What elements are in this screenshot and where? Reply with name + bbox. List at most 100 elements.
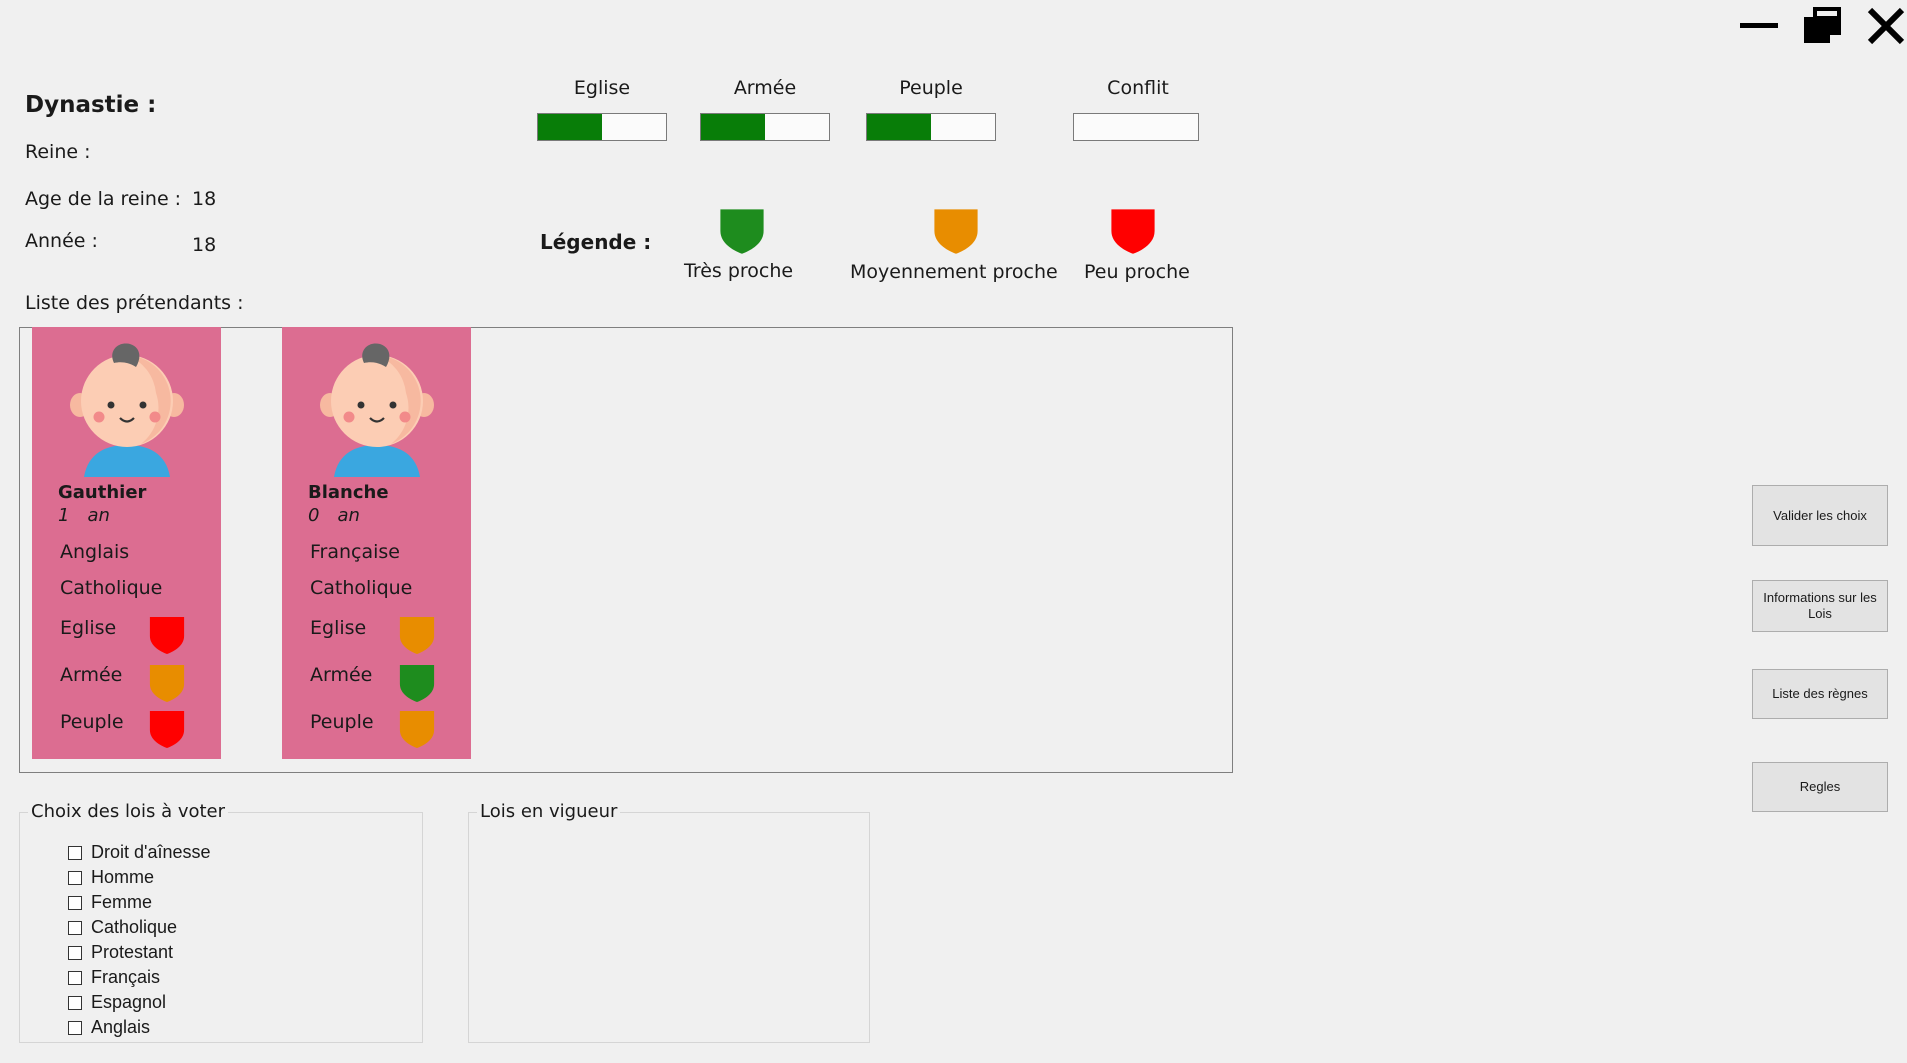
age-label: Age de la reine : [25, 188, 182, 210]
validate-choices-button[interactable]: Valider les choix [1752, 485, 1888, 546]
law-checkbox-femme[interactable]: Femme [68, 892, 152, 913]
pretender-name: Gauthier [58, 482, 147, 503]
shield-icon [720, 209, 764, 254]
close-icon [1867, 7, 1905, 45]
age-unit: an [87, 505, 110, 526]
legend-label-peu-proche: Peu proche [1084, 261, 1190, 283]
legend-shield-0 [720, 209, 764, 254]
affinity-label-eglise: Eglise [310, 617, 367, 639]
gauge-conflit [1073, 113, 1199, 141]
gauge-fill [701, 114, 765, 140]
restore-button[interactable] [1801, 4, 1845, 48]
law-label: Français [91, 967, 161, 987]
affinity-shield [399, 710, 435, 748]
gauge-peuple [866, 113, 996, 141]
law-checkbox-homme[interactable]: Homme [68, 867, 154, 888]
shield-icon [399, 616, 435, 654]
checkbox[interactable] [68, 945, 82, 960]
affinity-label-armee: Armée [310, 664, 373, 686]
shield-icon [149, 664, 185, 702]
shield-icon [1111, 209, 1155, 254]
law-label: Protestant [91, 942, 174, 962]
gauge-label-conflit: Conflit [1107, 77, 1169, 99]
baby-avatar-icon [320, 343, 434, 477]
law-label: Femme [91, 892, 153, 912]
pretender-name: Blanche [308, 482, 389, 503]
laws-to-vote-title: Choix des lois à voter [28, 801, 229, 822]
pretender-card-gauthier[interactable]: Gauthier 1 an Anglais Catholique Eglise A… [32, 327, 221, 759]
gauge-fill [538, 114, 602, 140]
dynastie-label: Dynastie : [25, 92, 157, 118]
law-label: Droit d'aînesse [91, 842, 211, 862]
checkbox[interactable] [68, 970, 82, 985]
shield-icon [399, 710, 435, 748]
law-checkbox-espagnol[interactable]: Espagnol [68, 992, 166, 1013]
legend-label-moyennement-proche: Moyennement proche [850, 261, 1058, 283]
checkbox[interactable] [68, 870, 82, 885]
annee-value: 18 [192, 234, 217, 256]
shield-icon [149, 710, 185, 748]
gauge-armee [700, 113, 830, 141]
close-button[interactable] [1864, 4, 1907, 48]
law-checkbox-catholique[interactable]: Catholique [68, 917, 177, 938]
checkbox[interactable] [68, 845, 82, 860]
legend-shield-1 [934, 209, 978, 254]
affinity-label-armee: Armée [60, 664, 123, 686]
law-label: Homme [91, 867, 155, 887]
reigns-list-button[interactable]: Liste des règnes [1752, 669, 1888, 719]
affinity-label-eglise: Eglise [60, 617, 117, 639]
checkbox[interactable] [68, 920, 82, 935]
reine-label: Reine : [25, 141, 91, 163]
laws-in-force-group: Lois en vigueur [468, 801, 870, 1043]
law-checkbox-protestant[interactable]: Protestant [68, 942, 173, 963]
pretendants-label: Liste des prétendants : [25, 292, 244, 314]
law-checkbox-droit-ainesse[interactable]: Droit d'aînesse [68, 842, 211, 863]
gauge-fill [867, 114, 931, 140]
affinity-label-peuple: Peuple [310, 711, 374, 733]
shield-icon [149, 616, 185, 654]
affinity-shield [149, 710, 185, 748]
pretender-card-blanche[interactable]: Blanche 0 an Française Catholique Eglise … [282, 327, 471, 759]
rules-button[interactable]: Regles [1752, 762, 1888, 812]
laws-to-vote-group: Choix des lois à voter Droit d'aînesse H… [19, 801, 423, 1043]
shield-icon [399, 664, 435, 702]
law-checkbox-anglais[interactable]: Anglais [68, 1017, 150, 1038]
pretender-age: 0 an [308, 505, 360, 526]
affinity-shield [149, 664, 185, 702]
age-unit: an [337, 505, 360, 526]
legend-label-tres-proche: Très proche [684, 260, 794, 282]
law-label: Catholique [91, 917, 178, 937]
pretender-nationality: Anglais [60, 541, 130, 563]
checkbox[interactable] [68, 995, 82, 1010]
pretender-age: 1 an [58, 505, 110, 526]
gauge-label-eglise: Eglise [573, 77, 631, 99]
laws-info-button[interactable]: Informations sur les Lois [1752, 580, 1888, 632]
age-number: 1 [58, 505, 70, 526]
law-label: Espagnol [91, 992, 167, 1012]
affinity-label-peuple: Peuple [60, 711, 124, 733]
shield-icon [934, 209, 978, 254]
age-value: 18 [192, 188, 217, 210]
affinity-shield [399, 616, 435, 654]
affinity-shield [399, 664, 435, 702]
checkbox[interactable] [68, 1020, 82, 1035]
pretender-religion: Catholique [60, 577, 163, 599]
laws-in-force-title: Lois en vigueur [477, 801, 621, 822]
gauge-label-armee: Armée [733, 77, 797, 99]
law-label: Anglais [91, 1017, 151, 1037]
pretender-religion: Catholique [310, 577, 413, 599]
affinity-shield [149, 616, 185, 654]
pretender-nationality: Française [310, 541, 400, 563]
law-checkbox-francais[interactable]: Français [68, 967, 160, 988]
checkbox[interactable] [68, 895, 82, 910]
gauge-label-peuple: Peuple [899, 77, 963, 99]
baby-avatar-icon [70, 343, 184, 477]
age-number: 0 [308, 505, 320, 526]
legend-shield-2 [1111, 209, 1155, 254]
legend-title: Légende : [540, 230, 652, 254]
gauge-eglise [537, 113, 667, 141]
minimize-button[interactable] [1737, 4, 1781, 48]
minimize-icon [1740, 23, 1778, 28]
restore-icon [1804, 7, 1841, 43]
annee-label: Année : [25, 230, 98, 252]
